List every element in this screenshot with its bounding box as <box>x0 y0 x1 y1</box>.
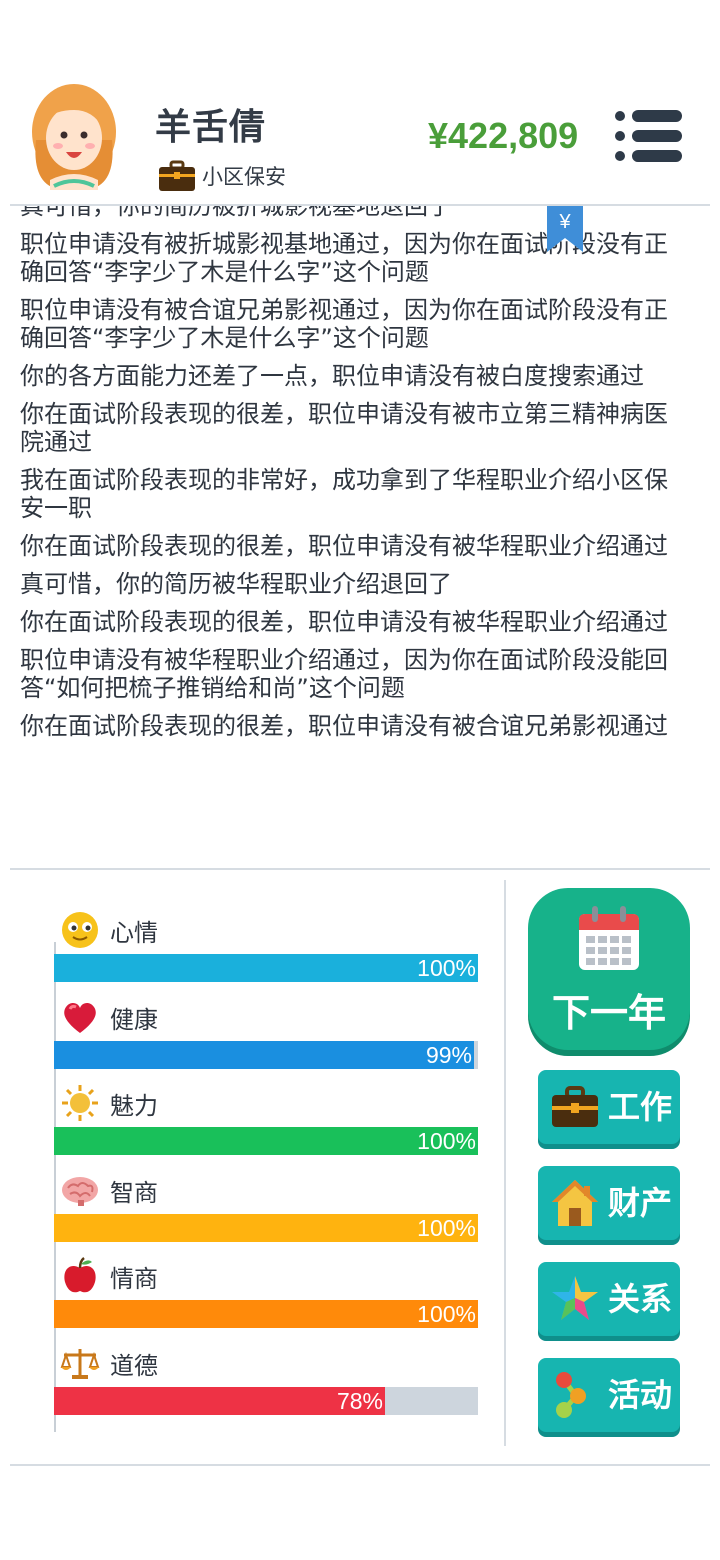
yen-bookmark-label: ¥ <box>558 211 571 233</box>
bottom-divider <box>10 1464 710 1466</box>
stat-label: 情商 <box>110 1264 158 1293</box>
stat-percent: 100% <box>417 1215 476 1241</box>
stat-bar: 78% <box>54 1387 478 1415</box>
stat-row: 心情 100% <box>54 910 478 990</box>
heart-icon <box>64 1002 96 1033</box>
property-label: 财产 <box>608 1184 673 1222</box>
stat-percent: 100% <box>417 955 476 981</box>
stat-header: 智商 <box>60 1170 158 1210</box>
panel-separator <box>504 880 506 1446</box>
stat-row: 健康 99% <box>54 997 478 1077</box>
stat-label: 道德 <box>110 1351 158 1380</box>
log-entry: 你在面试阶段表现的很差，职位申请没有被华程职业介绍通过 <box>20 532 668 560</box>
stat-header: 情商 <box>60 1256 158 1296</box>
stat-bar: 99% <box>54 1041 478 1069</box>
stat-header: 心情 <box>60 910 158 950</box>
stat-bar: 100% <box>54 954 478 982</box>
stat-bar-fill: 100% <box>54 1300 478 1328</box>
stat-percent: 100% <box>417 1128 476 1154</box>
stat-bar-fill: 100% <box>54 1214 478 1242</box>
stat-header: 道德 <box>60 1343 158 1383</box>
next-year-button[interactable]: 下一年 <box>528 888 690 1050</box>
stat-label: 心情 <box>110 918 158 947</box>
calendar-icon <box>579 906 639 970</box>
apple-icon <box>64 1257 96 1293</box>
stat-percent: 100% <box>417 1301 476 1327</box>
activity-dots-icon <box>556 1372 586 1418</box>
stat-header: 健康 <box>60 997 158 1037</box>
stat-bar-fill: 78% <box>54 1387 385 1415</box>
menu-icon[interactable] <box>612 108 684 164</box>
player-name: 羊舌倩 <box>155 107 267 148</box>
log-entry: 职位申请没有被合谊兄弟影视通过，因为你在面试阶段没有正确回答“李字少了木是什么字… <box>20 296 668 352</box>
stat-percent: 99% <box>425 1042 472 1068</box>
log-entry: 你在面试阶段表现的很差，职位申请没有被市立第三精神病医院通过 <box>20 400 668 456</box>
briefcase-icon <box>552 1086 598 1127</box>
scales-icon <box>60 1349 100 1379</box>
log-entry: 我在面试阶段表现的非常好，成功拿到了华程职业介绍小区保安一职 <box>20 466 668 522</box>
activities-label: 活动 <box>608 1376 673 1414</box>
brain-icon <box>62 1177 98 1206</box>
job-title: 小区保安 <box>202 165 286 189</box>
stat-header: 魅力 <box>60 1083 158 1123</box>
property-button[interactable]: 财产 <box>538 1166 680 1240</box>
work-label: 工作 <box>608 1088 673 1126</box>
event-log-list: 真可惜，你的简历被折城影视基地退回了职位申请没有被折城影视基地通过，因为你在面试… <box>20 206 690 750</box>
log-entry: 真可惜，你的简历被折城影视基地退回了 <box>20 206 452 220</box>
stat-bar-fill: 99% <box>54 1041 474 1069</box>
money-balance: ¥422,809 <box>428 115 579 156</box>
avatar[interactable] <box>24 80 124 190</box>
stat-bar: 100% <box>54 1300 478 1328</box>
work-button[interactable]: 工作 <box>538 1070 680 1144</box>
log-entry: 职位申请没有被华程职业介绍通过，因为你在面试阶段没能回答“如何把梳子推销给和尚”… <box>20 646 668 702</box>
log-entry: 职位申请没有被折城影视基地通过，因为你在面试阶段没有正确回答“李字少了木是什么字… <box>20 230 668 286</box>
stat-bar-fill: 100% <box>54 954 478 982</box>
stat-row: 道德 78% <box>54 1343 478 1423</box>
log-entry: 你在面试阶段表现的很差，职位申请没有被合谊兄弟影视通过 <box>20 712 668 740</box>
activities-button[interactable]: 活动 <box>538 1358 680 1432</box>
event-log[interactable]: 真可惜，你的简历被折城影视基地退回了职位申请没有被折城影视基地通过，因为你在面试… <box>10 206 710 858</box>
log-divider <box>10 868 710 870</box>
briefcase-icon <box>159 160 195 191</box>
job-info: 小区保安 <box>158 158 286 194</box>
stat-row: 魅力 100% <box>54 1083 478 1163</box>
next-year-label: 下一年 <box>551 991 666 1035</box>
log-entry: 你在面试阶段表现的很差，职位申请没有被华程职业介绍通过 <box>20 608 668 636</box>
relations-button[interactable]: 关系 <box>538 1262 680 1336</box>
stat-bar-fill: 100% <box>54 1127 478 1155</box>
relations-label: 关系 <box>608 1280 673 1318</box>
stat-row: 情商 100% <box>54 1256 478 1336</box>
log-entry: 真可惜，你的简历被华程职业介绍退回了 <box>20 570 452 598</box>
stat-percent: 78% <box>336 1388 383 1414</box>
yen-bookmark-icon[interactable]: ¥ <box>547 206 583 252</box>
smiley-icon <box>62 912 98 948</box>
stat-bar: 100% <box>54 1214 478 1242</box>
log-entry: 你的各方面能力还差了一点，职位申请没有被白度搜索通过 <box>20 362 644 390</box>
stat-bar: 100% <box>54 1127 478 1155</box>
stat-label: 健康 <box>110 1005 158 1034</box>
sun-icon <box>62 1085 98 1121</box>
stat-label: 智商 <box>110 1178 158 1207</box>
stat-label: 魅力 <box>110 1091 158 1120</box>
star-icon <box>552 1276 598 1320</box>
player-header: 羊舌倩 小区保安 ¥422,809 <box>0 70 720 205</box>
stat-row: 智商 100% <box>54 1170 478 1250</box>
house-icon <box>552 1180 598 1226</box>
